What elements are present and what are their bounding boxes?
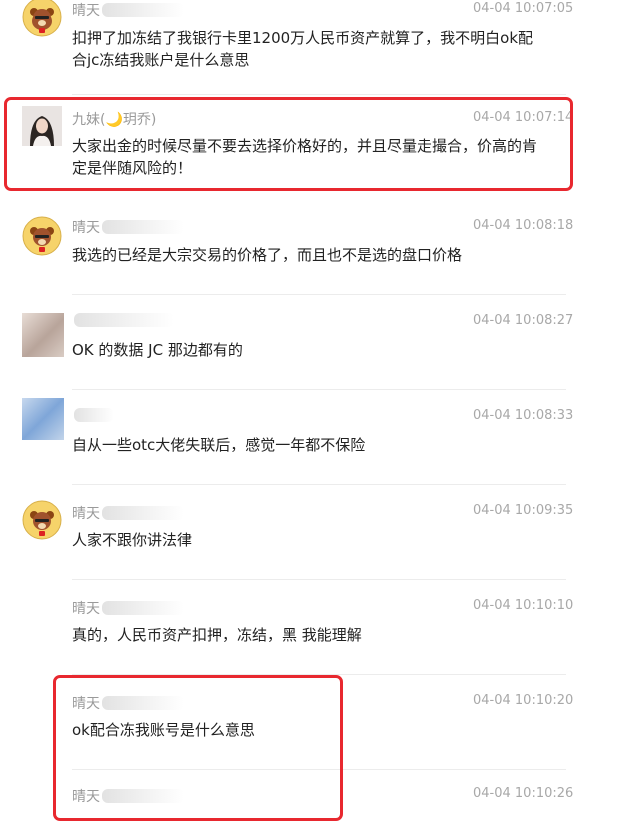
redacted-name [102,220,184,234]
bear-avatar-icon[interactable] [22,0,62,37]
chat-message: 晴天 04-04 10:09:35 人家不跟你讲法律 [0,485,641,580]
message-text: 真的，人民币资产扣押，冻结，黑 我能理解 [72,626,362,644]
blurred-avatar-icon[interactable] [22,313,64,357]
chat-message: 晴天 04-04 10:10:20 ok配合冻我账号是什么意思 [0,675,641,770]
redacted-name [102,3,184,17]
sender-name[interactable]: 晴天 [72,693,184,713]
message-text: OK 的数据 JC 那边都有的 [72,341,243,359]
chat-message: 九妹(🌙玥乔) 04-04 10:07:14 大家出金的时候尽量不要去选择价格好… [0,95,641,190]
sender-name[interactable]: 九妹(🌙玥乔) [72,109,156,129]
message-text: ok配合冻我账号是什么意思 [72,721,255,739]
timestamp: 04-04 10:10:26 [473,786,574,801]
sender-name[interactable] [72,408,114,424]
redacted-name [102,506,184,520]
redacted-name [102,696,184,710]
sender-name[interactable]: 晴天 [72,0,184,20]
message-text: 人家不跟你讲法律 [72,531,193,549]
message-text: 我选的已经是大宗交易的价格了，而且也不是选的盘口价格 [72,246,463,264]
sender-name[interactable]: 晴天 [72,217,184,237]
chat-message: 晴天 04-04 10:08:18 我选的已经是大宗交易的价格了，而且也不是选的… [0,190,641,295]
timestamp: 04-04 10:10:20 [473,693,574,708]
timestamp: 04-04 10:08:18 [473,218,574,233]
moon-icon: 🌙 [105,112,123,128]
chat-message: 04-04 10:08:33 自从一些otc大佬失联后，感觉一年都不保险 [0,390,641,485]
timestamp: 04-04 10:07:05 [473,1,574,16]
redacted-name [102,601,184,615]
message-text: 大家出金的时候尽量不要去选择价格好的，并且尽量走撮合，价高的肯定是伴随风险的！ [72,137,538,177]
bear-avatar-icon[interactable] [22,216,62,256]
timestamp: 04-04 10:07:14 [473,110,574,125]
sender-name[interactable]: 晴天 [72,598,184,618]
chat-message: 晴天 04-04 10:10:10 真的，人民币资产扣押，冻结，黑 我能理解 [0,580,641,675]
sender-name[interactable]: 晴天 [72,786,184,806]
girl-photo-avatar-icon[interactable] [22,106,62,146]
sender-name[interactable] [72,313,174,329]
redacted-name [74,313,174,327]
blurred-avatar-icon[interactable] [22,398,64,440]
chat-message: 04-04 10:08:27 OK 的数据 JC 那边都有的 [0,295,641,390]
chat-message: 晴天 04-04 10:10:26 [0,770,641,805]
redacted-name [74,408,114,422]
timestamp: 04-04 10:08:27 [473,313,574,328]
timestamp: 04-04 10:09:35 [473,503,574,518]
message-text: 扣押了加冻结了我银行卡里1200万人民币资产就算了，我不明白ok配合jc冻结我账… [72,29,534,69]
timestamp: 04-04 10:10:10 [473,598,574,613]
chat-message: 晴天 04-04 10:07:05 扣押了加冻结了我银行卡里1200万人民币资产… [0,0,641,95]
message-text: 自从一些otc大佬失联后，感觉一年都不保险 [72,436,366,454]
timestamp: 04-04 10:08:33 [473,408,574,423]
bear-avatar-icon[interactable] [22,500,62,540]
sender-name[interactable]: 晴天 [72,503,184,523]
